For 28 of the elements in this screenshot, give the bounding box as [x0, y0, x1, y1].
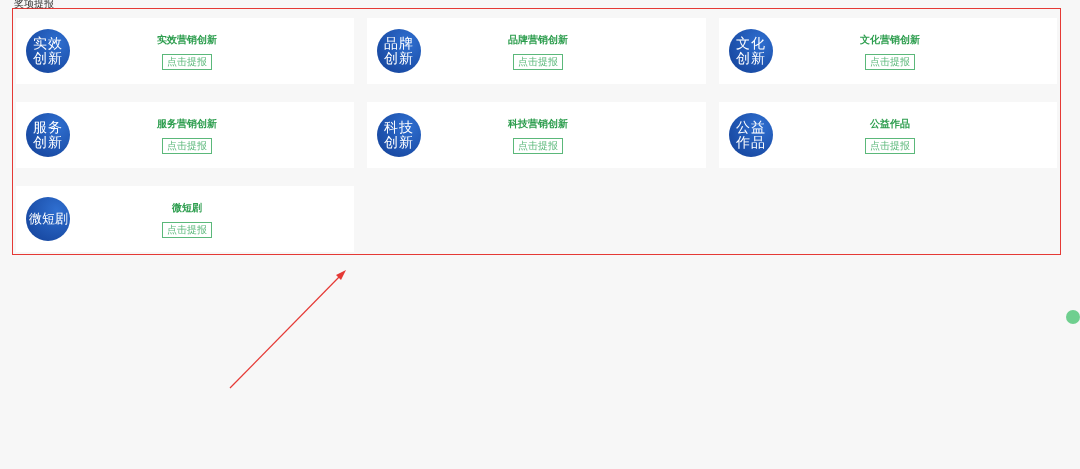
award-title[interactable]: 微短剧 — [172, 200, 203, 215]
badge-text: 科技 — [384, 119, 415, 135]
submit-button[interactable]: 点击提报 — [162, 138, 213, 154]
submit-button[interactable]: 点击提报 — [162, 54, 213, 70]
badge-text: 实效 — [33, 35, 63, 51]
badge-text: 品牌 — [384, 35, 415, 51]
submit-button[interactable]: 点击提报 — [162, 222, 213, 238]
submit-button[interactable]: 点击提报 — [864, 138, 915, 154]
submit-button[interactable]: 点击提报 — [864, 54, 915, 70]
award-title[interactable]: 科技营销创新 — [508, 116, 569, 131]
award-title[interactable]: 公益作品 — [869, 116, 910, 131]
badge-text: 创新 — [33, 51, 63, 67]
award-title[interactable]: 服务营销创新 — [157, 116, 218, 131]
award-title[interactable]: 实效营销创新 — [157, 32, 218, 47]
badge-text: 公益 — [735, 119, 766, 135]
submit-button[interactable]: 点击提报 — [513, 54, 564, 70]
floating-icon[interactable] — [1066, 310, 1080, 324]
badge-text: 微短剧 — [28, 211, 68, 227]
submit-button[interactable]: 点击提报 — [513, 138, 564, 154]
badge-text: 创新 — [735, 51, 766, 67]
badge-text: 文化 — [735, 35, 766, 51]
badge-text: 创新 — [33, 135, 63, 151]
badge-text: 作品 — [735, 135, 766, 151]
badge-text: 创新 — [384, 135, 415, 151]
award-title[interactable]: 品牌营销创新 — [508, 32, 569, 47]
badge-text: 服务 — [33, 119, 63, 135]
award-title[interactable]: 文化营销创新 — [859, 32, 920, 47]
badge-text: 创新 — [384, 51, 415, 67]
